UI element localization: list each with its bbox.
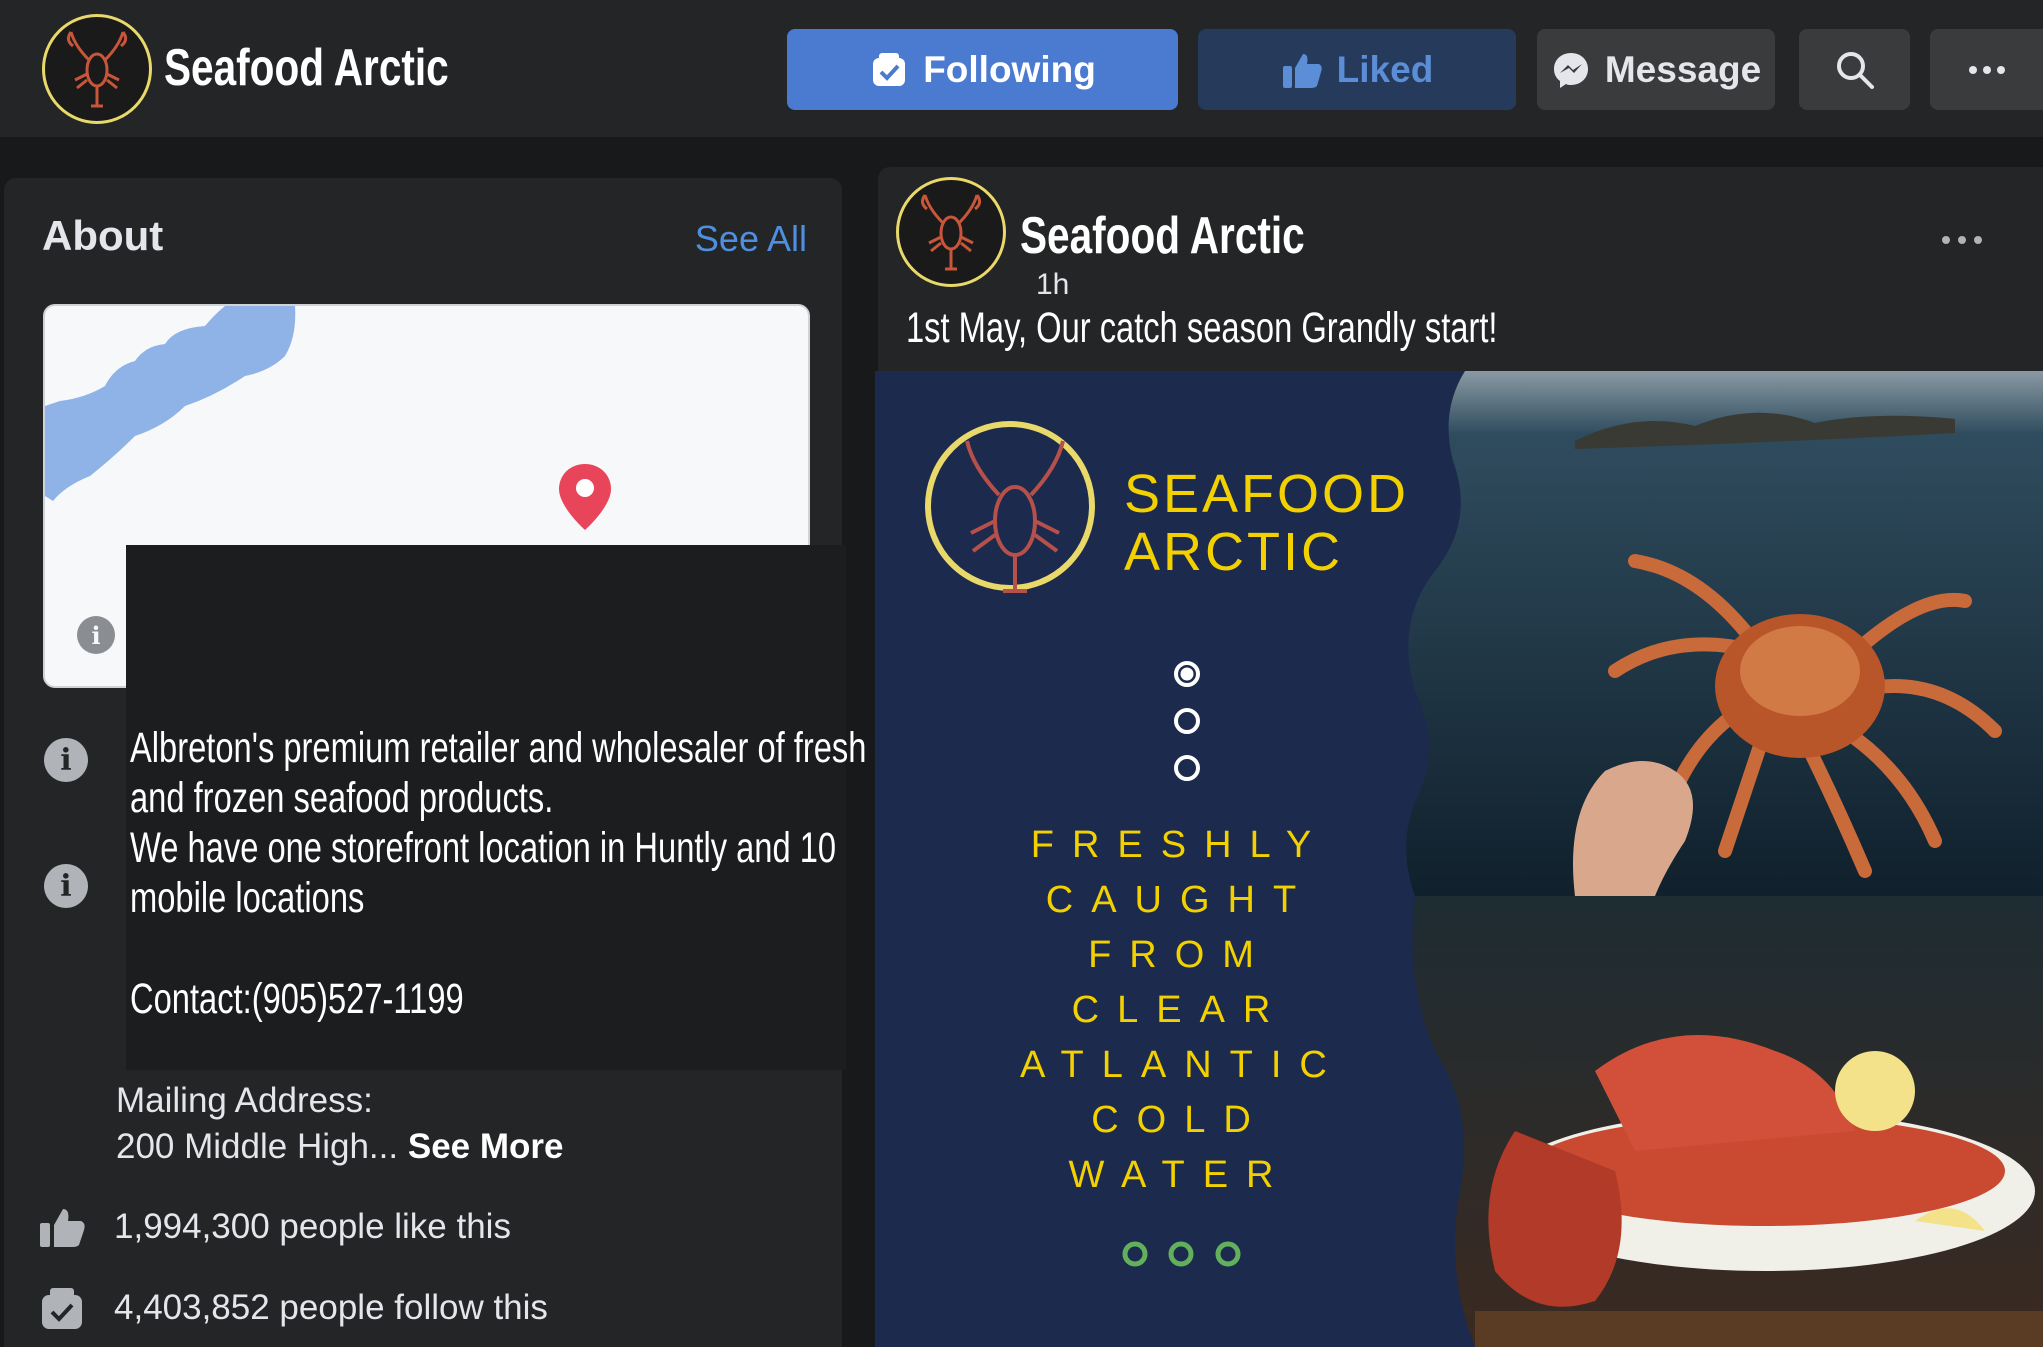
mailing-value: 200 Middle High... (116, 1127, 399, 1166)
poster-title-line: SEAFOOD (1124, 464, 1410, 524)
poster-word: FROM (1088, 934, 1272, 976)
message-button[interactable]: Message (1537, 29, 1775, 110)
likes-count: 1,994,300 people like this (114, 1207, 511, 1246)
map-pin-icon[interactable] (557, 462, 613, 532)
thumbs-up-icon (40, 1209, 85, 1247)
see-more-link[interactable]: See More (408, 1127, 564, 1166)
description-line: We have one storefront location in Huntl… (130, 824, 837, 872)
poster-word: CAUGHT (1045, 879, 1315, 921)
follows-count: 4,403,852 people follow this (114, 1288, 548, 1327)
poster-word: CLEAR (1071, 989, 1289, 1031)
post-author[interactable]: Seafood Arctic (1020, 206, 1305, 266)
more-button[interactable] (1930, 29, 2043, 110)
info-icon: i (44, 864, 88, 908)
post-avatar[interactable] (896, 177, 1006, 287)
lobster-icon (66, 31, 128, 108)
poster-word: ATLANTIC (1020, 1044, 1345, 1086)
poster-word: FRESHLY (1030, 824, 1330, 866)
description-line: Albreton's premium retailer and wholesal… (130, 724, 867, 772)
post-options-icon[interactable] (1940, 210, 1984, 255)
lobster-icon (920, 194, 982, 271)
follows-row: 4,403,852 people follow this (38, 1285, 548, 1331)
liked-label: Liked (1336, 48, 1434, 90)
post-text: 1st May, Our catch season Grandly start! (906, 304, 1498, 352)
page-name[interactable]: Seafood Arctic (164, 38, 449, 98)
message-label: Message (1604, 48, 1762, 90)
check-badge-icon (873, 52, 906, 86)
likes-row: 1,994,300 people like this (38, 1205, 511, 1249)
post-timestamp[interactable]: 1h (1036, 268, 1069, 302)
following-label: Following (923, 48, 1096, 90)
contact-phone[interactable]: Contact:(905)527-1199 (130, 975, 464, 1024)
search-button[interactable] (1799, 29, 1910, 110)
poster-title-line: ARCTIC (1124, 522, 1343, 582)
poster-word: COLD (1091, 1099, 1269, 1141)
page-header: Seafood Arctic Following Liked Message (0, 0, 2043, 137)
thumbs-up-icon (1282, 53, 1322, 88)
map-info-icon[interactable]: i (77, 616, 115, 654)
poster-tagline: FRESHLY CAUGHT FROM CLEAR ATLANTIC COLD … (1020, 818, 1340, 1203)
about-title: About (42, 212, 164, 259)
poster-title: SEAFOOD ARCTIC (1124, 465, 1409, 581)
info-icon: i (44, 738, 88, 782)
about-description: Albreton's premium retailer and wholesal… (130, 723, 866, 923)
following-button[interactable]: Following (787, 29, 1178, 110)
check-badge-icon (42, 1288, 82, 1329)
brand-logo[interactable] (42, 14, 152, 124)
liked-button[interactable]: Liked (1198, 29, 1516, 110)
description-line: mobile locations (130, 874, 365, 922)
description-line: and frozen seafood products. (130, 774, 554, 822)
see-all-link[interactable]: See All (695, 218, 807, 260)
search-icon (1836, 51, 1874, 89)
mailing-label: Mailing Address: (116, 1081, 373, 1120)
mailing-address: Mailing Address: 200 Middle High... See … (116, 1078, 563, 1170)
poster-word: WATER (1068, 1154, 1292, 1196)
more-dots-icon (1968, 65, 2005, 74)
messenger-icon (1553, 52, 1588, 88)
